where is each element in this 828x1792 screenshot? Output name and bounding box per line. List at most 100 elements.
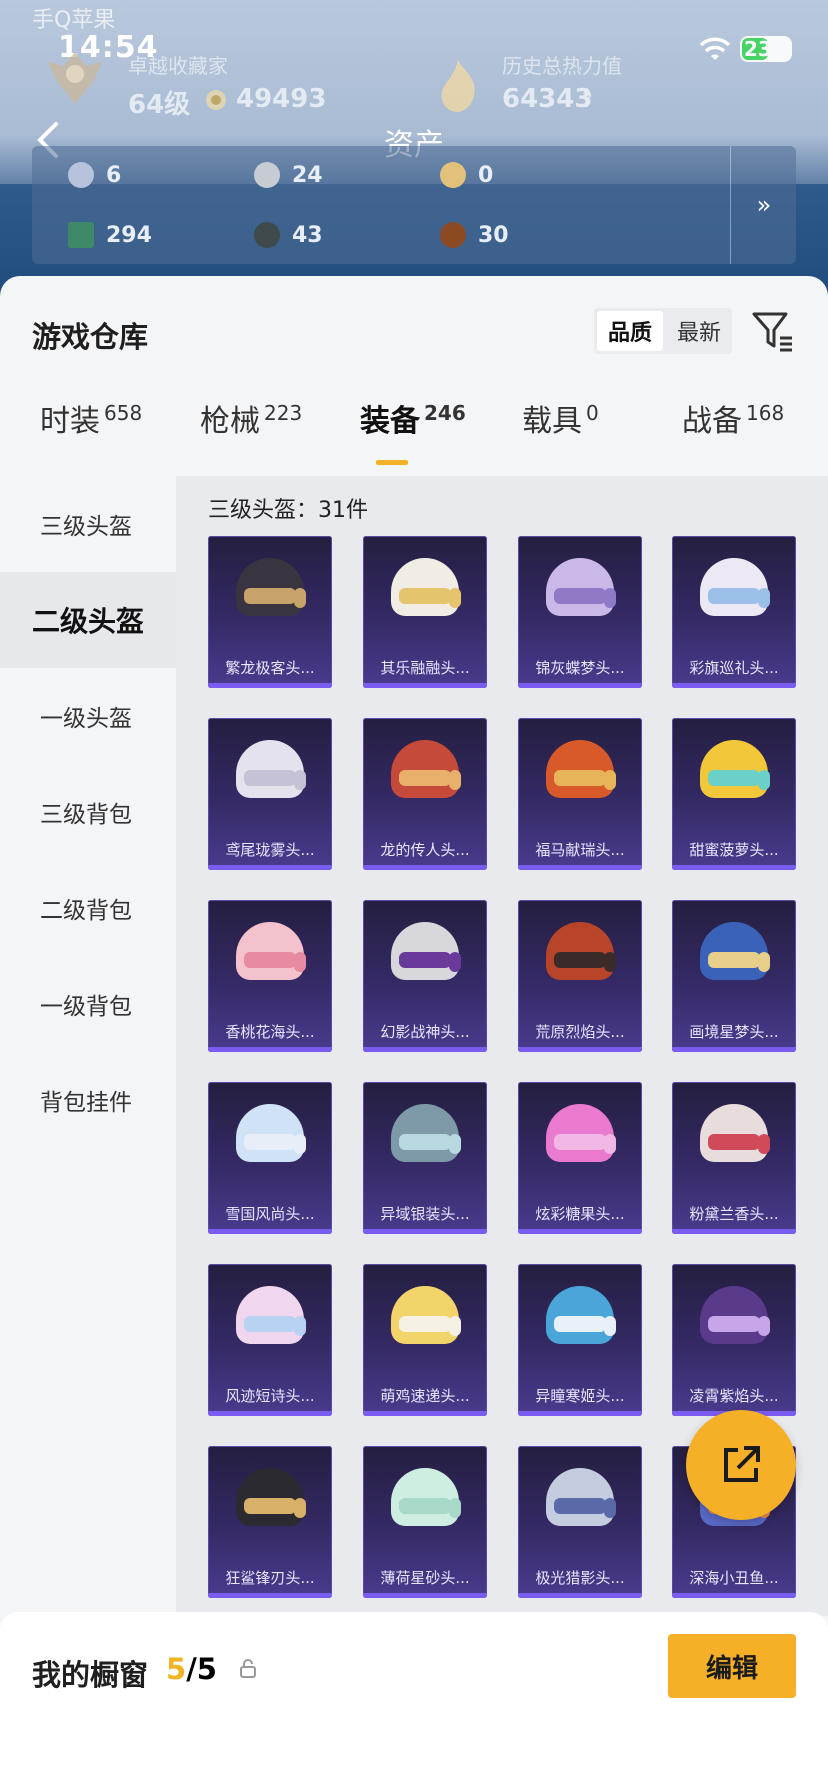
card-icon xyxy=(68,222,94,248)
rarity-bar xyxy=(363,1593,487,1598)
item-card[interactable]: 凌霄紫焰头... xyxy=(672,1264,796,1416)
sidebar-item-backpack-3[interactable]: 三级背包 xyxy=(0,764,176,860)
item-card[interactable]: 极光猎影头... xyxy=(518,1446,642,1598)
asset-value: 24 xyxy=(292,162,323,188)
helmet-visor xyxy=(244,1134,296,1150)
item-card[interactable]: 甜蜜菠萝头... xyxy=(672,718,796,870)
rarity-bar xyxy=(672,1047,796,1052)
helmet-ear xyxy=(294,1134,306,1154)
item-card[interactable]: 鸢尾珑雾头... xyxy=(208,718,332,870)
sidebar-item-helmet-1[interactable]: 一级头盔 xyxy=(0,668,176,764)
item-card[interactable]: 其乐融融头... xyxy=(363,536,487,688)
item-card[interactable]: 萌鸡速递头... xyxy=(363,1264,487,1416)
helmet-dome xyxy=(546,740,614,798)
item-card[interactable]: 雪国风尚头... xyxy=(208,1082,332,1234)
helmet-dome xyxy=(546,1468,614,1526)
showcase-count: 5/5 xyxy=(166,1652,217,1686)
battery-level: 23 xyxy=(744,37,772,61)
heat-label: 历史总热力值 xyxy=(502,54,622,78)
helmet-dome xyxy=(236,1468,304,1526)
rarity-bar xyxy=(518,1411,642,1416)
item-card[interactable]: 狂鲨锋刃头... xyxy=(208,1446,332,1598)
tab-label: 枪械 xyxy=(200,404,260,439)
sidebar-item-label: 背包挂件 xyxy=(40,1090,132,1116)
rarity-bar xyxy=(208,1411,332,1416)
helmet-visor xyxy=(708,588,760,604)
item-card[interactable]: 彩旗巡礼头... xyxy=(672,536,796,688)
dark-coin-icon xyxy=(254,222,280,248)
tab-fashion[interactable]: 时装 658 xyxy=(40,396,142,440)
share-button[interactable] xyxy=(686,1410,796,1520)
helmet-ear xyxy=(294,1316,306,1336)
sidebar-item-backpack-1[interactable]: 一级背包 xyxy=(0,956,176,1052)
item-name: 画境星梦头... xyxy=(689,1023,779,1041)
warehouse-title: 游戏仓库 xyxy=(32,320,149,354)
gold-coin-icon xyxy=(440,162,466,188)
item-card[interactable]: 粉黛兰香头... xyxy=(672,1082,796,1234)
helmet-dome xyxy=(391,922,459,980)
sidebar-item-label: 一级背包 xyxy=(40,994,132,1020)
helmet-visor xyxy=(399,1498,451,1514)
helmet-icon xyxy=(391,1468,461,1538)
sidebar-item-backpack-2[interactable]: 二级背包 xyxy=(0,860,176,956)
asset-dark-coin: 43 xyxy=(254,222,323,248)
helmet-dome xyxy=(391,1468,459,1526)
item-card[interactable]: 繁龙极客头... xyxy=(208,536,332,688)
rarity-bar xyxy=(208,1229,332,1234)
rarity-bar xyxy=(208,1047,332,1052)
tab-vehicles[interactable]: 载具 0 xyxy=(522,396,599,440)
helmet-dome xyxy=(391,740,459,798)
sort-newest[interactable]: 最新 xyxy=(666,308,732,354)
item-card[interactable]: 福马献瑞头... xyxy=(518,718,642,870)
item-name: 凌霄紫焰头... xyxy=(689,1387,779,1405)
item-name: 锦灰蝶梦头... xyxy=(535,659,625,677)
helmet-icon xyxy=(546,1468,616,1538)
tab-guns[interactable]: 枪械 223 xyxy=(200,396,302,440)
item-card[interactable]: 荒原烈焰头... xyxy=(518,900,642,1052)
helmet-dome xyxy=(236,1104,304,1162)
rarity-bar xyxy=(363,1229,487,1234)
item-card[interactable]: 炫彩糖果头... xyxy=(518,1082,642,1234)
item-card[interactable]: 锦灰蝶梦头... xyxy=(518,536,642,688)
sidebar-item-helmet-2[interactable]: 二级头盔 xyxy=(0,572,176,668)
item-card[interactable]: 异瞳寒姬头... xyxy=(518,1264,642,1416)
helmet-icon xyxy=(391,740,461,810)
collector-label: 卓越收藏家 xyxy=(128,54,228,78)
sidebar-item-label: 三级头盔 xyxy=(40,514,132,540)
item-card[interactable]: 异域银装头... xyxy=(363,1082,487,1234)
rarity-bar xyxy=(672,683,796,688)
item-card[interactable]: 幻影战神头... xyxy=(363,900,487,1052)
item-name: 福马献瑞头... xyxy=(535,841,625,859)
helmet-dome xyxy=(236,1286,304,1344)
tab-equipment[interactable]: 装备 246 xyxy=(360,396,466,440)
item-card[interactable]: 龙的传人头... xyxy=(363,718,487,870)
helmet-icon xyxy=(236,1104,306,1174)
heat-help-icon[interactable]: ? xyxy=(582,88,593,112)
item-name: 粉黛兰香头... xyxy=(689,1205,779,1223)
filter-icon[interactable] xyxy=(750,308,794,352)
item-card[interactable]: 薄荷星砂头... xyxy=(363,1446,487,1598)
sidebar-item-pendant[interactable]: 背包挂件 xyxy=(0,1052,176,1148)
edit-button[interactable]: 编辑 xyxy=(668,1634,796,1698)
helmet-icon xyxy=(236,1468,306,1538)
helmet-ear xyxy=(758,770,770,790)
asset-silver: 24 xyxy=(254,162,323,188)
wifi-icon xyxy=(699,37,731,60)
rarity-bar xyxy=(672,1229,796,1234)
helmet-visor xyxy=(399,1134,451,1150)
assets-more-button[interactable]: » xyxy=(730,146,797,264)
item-card[interactable]: 香桃花海头... xyxy=(208,900,332,1052)
helmet-visor xyxy=(554,588,606,604)
sort-quality[interactable]: 品质 xyxy=(597,311,663,351)
tab-supplies[interactable]: 战备 168 xyxy=(682,396,784,440)
rarity-bar xyxy=(363,1047,487,1052)
item-card[interactable]: 风迹短诗头... xyxy=(208,1264,332,1416)
silver-coin-icon xyxy=(254,162,280,188)
helmet-icon xyxy=(391,1104,461,1174)
item-card[interactable]: 画境星梦头... xyxy=(672,900,796,1052)
helmet-dome xyxy=(391,558,459,616)
helmet-icon xyxy=(546,922,616,992)
sidebar-item-helmet-3[interactable]: 三级头盔 xyxy=(0,476,176,572)
active-tab-indicator xyxy=(376,460,408,465)
rarity-bar xyxy=(208,865,332,870)
